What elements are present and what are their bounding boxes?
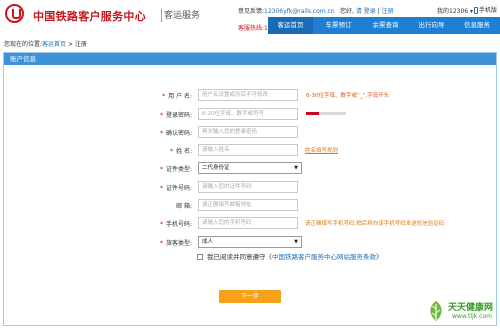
chevron-down-icon: ▼ [294,165,298,171]
watermark-url: www.tljk.com [452,313,492,320]
breadcrumb-prefix: 您现在的位置: [4,41,43,48]
confirm-password-input[interactable]: 再次输入您的登录密码 [198,126,298,138]
phone-hint: 请正确填写手机号码,稍后将向该手机号码发送短信验证码 [305,221,445,227]
id-type-select[interactable]: 二代身份证 ▼ [198,162,302,174]
passenger-type-value: 成人 [202,239,214,245]
id-number-input[interactable]: 请输入您的证件号码 [198,181,298,193]
header-separator: | [377,8,380,15]
password-input[interactable]: 6-20位字母、数字或符号 [198,108,298,120]
title-divider [161,9,162,22]
leaf-logo-icon [430,301,442,321]
password-label: * 登录密码: [159,112,192,119]
password-strength-bar [306,112,346,115]
feedback-info: 意见反馈:12306yfk@rails.com.cn [238,6,335,15]
nav-item-ticket-query[interactable]: 余票查询 [363,17,408,34]
id-type-value: 二代身份证 [202,165,230,171]
agreement-checkbox[interactable] [197,254,203,260]
mobile-label: 手机版 [479,7,498,14]
mobile-version-link[interactable]: 手机版 [474,5,497,14]
nav-item-travel-guide[interactable]: 出行向导 [409,17,454,34]
strength-level-weak [306,112,319,115]
name-label: * 姓 名: [170,148,192,155]
panel-title: 账户信息 [4,53,496,65]
phone-icon [474,7,478,14]
main-nav: 客运首页 车票预订 余票查询 出行向导 信息服务 [268,17,500,34]
my-account-link[interactable]: 我的12306 ▾ [437,6,473,15]
strength-level-empty [319,112,346,115]
feedback-label: 意见反馈: [238,8,265,15]
feedback-email-link[interactable]: 12306yfk@rails.com.cn [264,8,335,15]
breadcrumb-home-link[interactable]: 客运首页 [42,41,66,48]
email-label: 邮 箱: [176,203,192,210]
watermark-title: 天天健康网 [448,303,494,313]
name-rules-link[interactable]: 姓名填写规则 [305,146,338,154]
railway-logo-icon[interactable] [5,4,24,23]
username-input[interactable]: 用户名设置成功后不可修改 [198,89,298,101]
phone-label: * 手机号码: [159,221,192,228]
confirm-password-label: * 确认密码: [159,130,192,137]
username-label: * 用 户 名: [162,93,192,100]
name-input[interactable]: 请输入姓名 [198,144,298,156]
id-number-label: * 证件号码: [159,185,192,192]
next-step-button[interactable]: 下一步 [219,290,281,303]
login-link[interactable]: 请 登录 [356,8,376,15]
passenger-type-select[interactable]: 成人 ▼ [198,236,302,248]
breadcrumb-current: 注册 [74,41,87,48]
phone-input[interactable]: 请输入您的手机号码 [198,217,298,229]
nav-item-info-service[interactable]: 信息服务 [454,17,500,34]
passenger-type-label: * 旅客类型: [159,240,192,247]
chevron-down-icon: ▼ [294,239,298,245]
nav-item-home[interactable]: 客运首页 [268,17,313,34]
site-subtitle: 客运服务 [164,11,201,21]
my-account-label: 我的12306 [437,8,469,15]
site-watermark: 天天健康网 www.tljk.com [426,298,498,326]
greeting-text: 您好, [340,8,354,15]
agreement-text: 我已阅读并同意遵守 [207,253,266,261]
breadcrumb: 您现在的位置:客运首页 > 注册 [4,39,87,48]
username-hint: 6-30位字母、数字或“_”,字母开头 [306,93,390,99]
agreement-row: 我已阅读并同意遵守《中国铁路客户服务中心网站服务条款》 [197,251,383,261]
register-link[interactable]: 注册 [382,8,394,15]
nav-item-booking[interactable]: 车票预订 [316,17,361,34]
email-input[interactable]: 请正确填写邮箱地址 [198,199,298,211]
breadcrumb-arrow: > [67,41,73,48]
login-area: 您好, 请 登录 | 注册 [340,6,394,15]
site-title[interactable]: 中国铁路客户服务中心 [33,8,146,24]
id-type-label: * 证件类型: [159,166,192,173]
chevron-down-icon: ▾ [470,8,474,15]
terms-link[interactable]: 《中国铁路客户服务中心网站服务条款》 [266,253,383,261]
